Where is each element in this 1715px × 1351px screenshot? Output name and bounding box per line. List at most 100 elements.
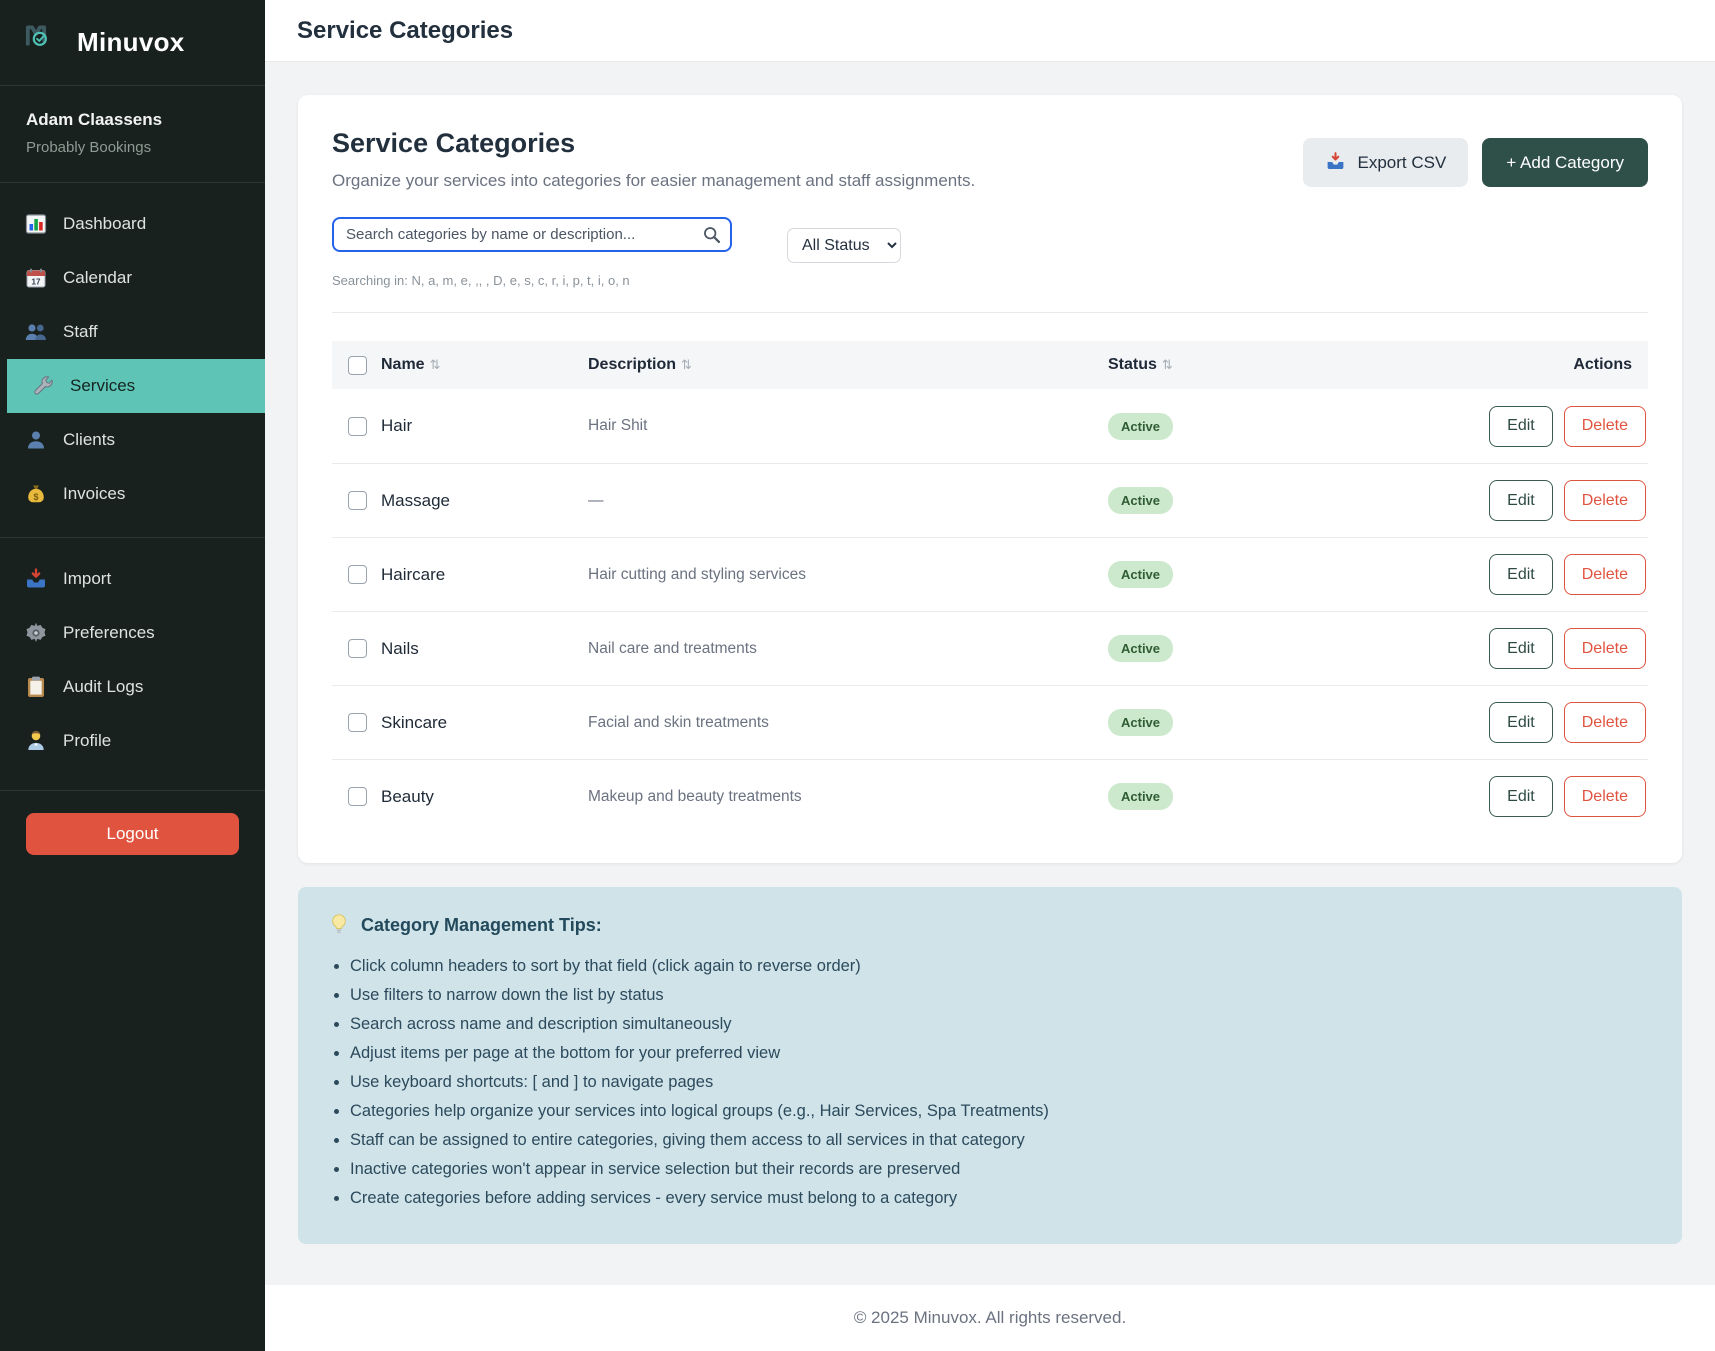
- status-badge: Active: [1108, 561, 1173, 588]
- card-title: Service Categories: [332, 128, 975, 159]
- person-icon: [24, 428, 48, 452]
- export-csv-label: Export CSV: [1358, 153, 1447, 173]
- sidebar-item-calendar[interactable]: 17 Calendar: [0, 251, 265, 305]
- edit-button[interactable]: Edit: [1489, 628, 1553, 669]
- clipboard-icon: [24, 675, 48, 699]
- category-name: Beauty: [381, 787, 588, 807]
- svg-text:$: $: [33, 492, 38, 502]
- copyright-text: © 2025 Minuvox. All rights reserved.: [854, 1308, 1126, 1328]
- row-checkbox[interactable]: [348, 565, 367, 584]
- category-name: Nails: [381, 639, 588, 659]
- delete-button[interactable]: Delete: [1564, 776, 1646, 817]
- sidebar-item-staff[interactable]: Staff: [0, 305, 265, 359]
- edit-button[interactable]: Edit: [1489, 776, 1553, 817]
- delete-button[interactable]: Delete: [1564, 554, 1646, 595]
- row-checkbox[interactable]: [348, 639, 367, 658]
- table-header-row: Name⇅ Description⇅ Status⇅ Actions: [332, 341, 1648, 389]
- tips-title: Category Management Tips:: [361, 915, 602, 936]
- search-hint: Searching in: N, a, m, e, ,, , D, e, s, …: [332, 273, 1648, 288]
- search-input[interactable]: [332, 217, 732, 252]
- sort-icon: ⇅: [430, 357, 441, 372]
- brand[interactable]: Minuvox: [0, 0, 265, 86]
- row-checkbox[interactable]: [348, 417, 367, 436]
- row-checkbox[interactable]: [348, 713, 367, 732]
- sidebar-nav: Dashboard 17 Calendar Staff Services Cli…: [0, 183, 265, 768]
- sort-icon: ⇅: [681, 357, 692, 372]
- row-checkbox[interactable]: [348, 491, 367, 510]
- page-title: Service Categories: [297, 17, 513, 45]
- category-name: Skincare: [381, 713, 588, 733]
- sidebar-item-invoices[interactable]: $ Invoices: [0, 467, 265, 521]
- category-description: Facial and skin treatments: [588, 714, 1108, 732]
- bar-chart-icon: [24, 212, 48, 236]
- category-name: Hair: [381, 416, 588, 436]
- tip-item: Adjust items per page at the bottom for …: [350, 1040, 1652, 1066]
- delete-button[interactable]: Delete: [1564, 406, 1646, 447]
- status-badge: Active: [1108, 413, 1173, 440]
- categories-table: Name⇅ Description⇅ Status⇅ Actions Hair …: [332, 341, 1648, 833]
- sidebar-item-audit-logs[interactable]: Audit Logs: [0, 660, 265, 714]
- category-description: Hair Shit: [588, 417, 1108, 435]
- gear-icon: [24, 621, 48, 645]
- topbar: Service Categories: [265, 0, 1715, 62]
- edit-button[interactable]: Edit: [1489, 554, 1553, 595]
- wrench-icon: [31, 374, 55, 398]
- tip-item: Inactive categories won't appear in serv…: [350, 1156, 1652, 1182]
- category-description: Makeup and beauty treatments: [588, 788, 1108, 806]
- category-name: Massage: [381, 491, 588, 511]
- tip-item: Use keyboard shortcuts: [ and ] to navig…: [350, 1069, 1652, 1095]
- tip-item: Click column headers to sort by that fie…: [350, 953, 1652, 979]
- edit-button[interactable]: Edit: [1489, 480, 1553, 521]
- sidebar-item-dashboard[interactable]: Dashboard: [0, 197, 265, 251]
- sidebar-item-clients[interactable]: Clients: [0, 413, 265, 467]
- money-bag-icon: $: [24, 482, 48, 506]
- edit-button[interactable]: Edit: [1489, 702, 1553, 743]
- tip-item: Search across name and description simul…: [350, 1011, 1652, 1037]
- tip-item: Create categories before adding services…: [350, 1185, 1652, 1211]
- status-badge: Active: [1108, 487, 1173, 514]
- sidebar-item-services[interactable]: Services: [7, 359, 265, 413]
- add-category-button[interactable]: + Add Category: [1482, 138, 1648, 187]
- delete-button[interactable]: Delete: [1564, 628, 1646, 669]
- category-description: —: [588, 492, 1108, 510]
- main-area: Service Categories Service Categories Or…: [265, 0, 1715, 1351]
- filter-section: All Status Searching in: N, a, m, e, ,, …: [332, 217, 1648, 313]
- sidebar-item-import[interactable]: Import: [0, 552, 265, 606]
- service-categories-card: Service Categories Organize your service…: [298, 95, 1682, 863]
- select-all-checkbox[interactable]: [348, 356, 367, 375]
- calendar-icon: 17: [24, 266, 48, 290]
- table-row: Nails Nail care and treatments Active Ed…: [332, 611, 1648, 685]
- row-checkbox[interactable]: [348, 787, 367, 806]
- lightbulb-icon: [328, 913, 352, 937]
- people-icon: [24, 320, 48, 344]
- column-header-status[interactable]: Status⇅: [1108, 356, 1408, 374]
- minuvox-logo-icon: [24, 23, 64, 63]
- tips-panel: Category Management Tips: Click column h…: [298, 887, 1682, 1244]
- sidebar-item-preferences[interactable]: Preferences: [0, 606, 265, 660]
- office-worker-icon: [24, 729, 48, 753]
- table-row: Skincare Facial and skin treatments Acti…: [332, 685, 1648, 759]
- delete-button[interactable]: Delete: [1564, 702, 1646, 743]
- inbox-tray-icon: [1325, 151, 1349, 175]
- edit-button[interactable]: Edit: [1489, 406, 1553, 447]
- column-header-description[interactable]: Description⇅: [588, 356, 1108, 374]
- category-description: Nail care and treatments: [588, 640, 1108, 658]
- user-business: Probably Bookings: [26, 139, 239, 156]
- status-badge: Active: [1108, 783, 1173, 810]
- column-header-name[interactable]: Name⇅: [381, 356, 588, 374]
- category-name: Haircare: [381, 565, 588, 585]
- export-csv-button[interactable]: Export CSV: [1303, 138, 1469, 187]
- logout-section: Logout: [0, 790, 265, 877]
- logout-button[interactable]: Logout: [26, 813, 239, 855]
- delete-button[interactable]: Delete: [1564, 480, 1646, 521]
- status-filter-select[interactable]: All Status: [787, 228, 901, 263]
- brand-name: Minuvox: [77, 27, 185, 58]
- content: Service Categories Organize your service…: [265, 62, 1715, 1285]
- status-badge: Active: [1108, 709, 1173, 736]
- sort-icon: ⇅: [1162, 357, 1173, 372]
- sidebar-item-profile[interactable]: Profile: [0, 714, 265, 768]
- sidebar: Minuvox Adam Claassens Probably Bookings…: [0, 0, 265, 1351]
- svg-text:17: 17: [32, 278, 41, 287]
- inbox-tray-icon: [24, 567, 48, 591]
- tip-item: Staff can be assigned to entire categori…: [350, 1127, 1652, 1153]
